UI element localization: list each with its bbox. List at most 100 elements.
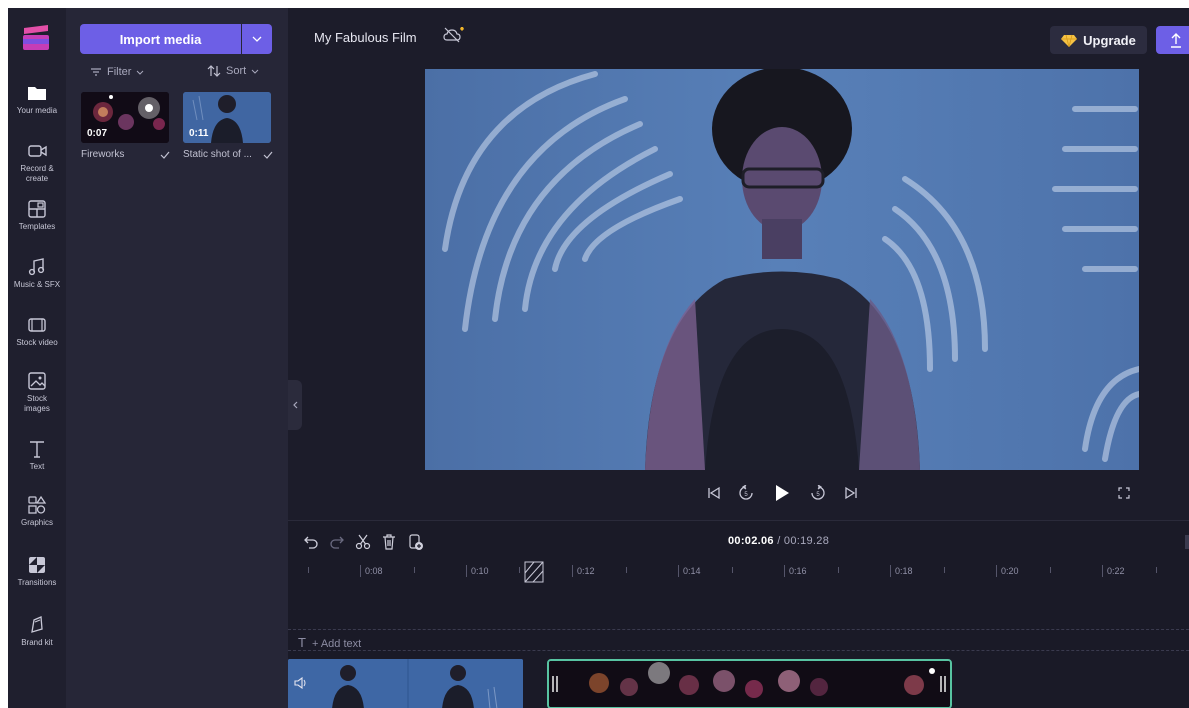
nav-record-create[interactable]: Record & create [8,140,66,184]
templates-icon [28,200,46,218]
fullscreen-button[interactable] [1113,482,1135,504]
nav-graphics[interactable]: Graphics [8,494,66,528]
svg-text:5: 5 [816,492,820,498]
trim-handle-left[interactable] [552,675,558,693]
project-title[interactable]: My Fabulous Film [314,30,417,45]
ruler-tick: 0:12 [572,565,595,577]
upgrade-label: Upgrade [1083,32,1136,48]
sort-label: Sort [226,65,247,77]
duplicate-icon[interactable] [406,533,424,551]
sort-button[interactable]: Sort [207,65,259,77]
ruler-tick: 0:14 [678,565,701,577]
film-icon [28,318,46,332]
media-thumbnail-fireworks[interactable]: 0:07 [81,92,169,143]
redo-icon[interactable] [328,533,346,551]
skip-to-start-button[interactable] [703,482,725,504]
music-icon [28,258,45,276]
import-dropdown-button[interactable] [242,24,272,54]
add-text-button[interactable]: T + Add text [298,635,361,650]
nav-your-media[interactable]: Your media [8,82,66,116]
collapse-panel-button[interactable] [288,380,302,430]
nav-transitions[interactable]: Transitions [8,554,66,588]
import-media-button[interactable]: Import media [80,24,241,54]
export-button[interactable] [1156,26,1189,54]
chevron-down-icon [137,70,144,75]
nav-label: Stock images [24,394,50,413]
add-text-label: + Add text [311,638,362,650]
rewind-5-icon: 5 [739,485,753,500]
timeline: 00:02.06 / 00:19.28 0:08 0:10 0:12 0:14 … [288,520,1189,708]
clipchamp-window: Your media Record & create Templates Mus… [8,8,1189,708]
text-track[interactable]: T + Add text [288,629,1189,651]
ruler-tick: 0:16 [784,565,807,577]
text-icon: T [298,635,306,650]
playhead-handle[interactable] [524,561,544,583]
video-clip-fireworks[interactable] [547,659,952,708]
ruler-minor-tick [308,567,309,573]
ruler-minor-tick [626,567,627,573]
media-panel: Import media Filter Sort 0:07 Fireworks … [66,8,288,708]
timecode: 00:02.06 / 00:19.28 [728,535,829,547]
ruler-tick: 0:22 [1102,565,1125,577]
forward-5-icon: 5 [811,485,825,500]
folder-icon [28,87,46,100]
media-name: Fireworks [81,149,125,160]
current-time: 00:02.06 [728,535,774,547]
ruler-minor-tick [519,567,520,573]
video-preview[interactable] [425,69,1139,470]
chevron-down-icon [251,69,259,74]
upgrade-button[interactable]: Upgrade [1050,26,1147,54]
nav-label: Stock video [16,338,58,347]
ruler-minor-tick [944,567,945,573]
chevron-left-icon [293,401,298,409]
clip-filmstrip [288,659,523,708]
nav-stock-video[interactable]: Stock video [8,314,66,348]
media-thumbnail-static-shot[interactable]: 0:11 [183,92,271,143]
nav-brand-kit[interactable]: Brand kit [8,614,66,648]
nav-stock-images[interactable]: Stock images [8,370,66,414]
rewind-5s-button[interactable]: 5 [735,482,757,504]
text-icon [30,441,44,458]
cloud-sync-off-icon[interactable] [443,26,465,44]
filter-icon [91,68,101,76]
speaker-icon[interactable] [294,677,308,689]
ruler-minor-tick [1050,567,1051,573]
nav-text[interactable]: Text [8,438,66,472]
video-clip-static-shot[interactable] [288,659,523,708]
nav-label: Your media [16,106,58,115]
diamond-icon [1061,34,1078,47]
nav-music-sfx[interactable]: Music & SFX [8,256,66,290]
duration-label: 0:11 [189,128,209,139]
filter-button[interactable]: Filter [90,66,144,78]
ruler-minor-tick [732,567,733,573]
shapes-icon [28,495,47,514]
ruler-tick: 0:10 [466,565,489,577]
trim-handle-right[interactable] [940,675,946,693]
fullscreen-icon [1118,487,1130,499]
ruler-tick: 0:08 [360,565,383,577]
nav-label: Record & create [20,164,54,183]
nav-label: Brand kit [21,638,53,647]
skip-back-icon [708,486,720,500]
sort-icon [207,65,221,77]
skip-to-end-button[interactable] [840,482,862,504]
media-name: Static shot of ... [183,149,252,160]
nav-label: Transitions [17,578,57,587]
left-nav-rail: Your media Record & create Templates Mus… [8,8,66,708]
forward-5s-button[interactable]: 5 [807,482,829,504]
play-button[interactable] [771,482,793,504]
trash-icon[interactable] [380,533,398,551]
nav-label: Templates [18,222,56,231]
ruler-minor-tick [838,567,839,573]
upload-icon [1171,33,1181,48]
skip-forward-icon [845,486,857,500]
ruler-minor-tick [1156,567,1157,573]
brand-kit-icon [31,616,43,633]
svg-text:5: 5 [744,492,748,498]
camera-icon [28,145,47,157]
nav-templates[interactable]: Templates [8,198,66,232]
scissors-icon[interactable] [354,533,372,551]
undo-icon[interactable] [302,533,320,551]
nav-label: Graphics [20,518,53,527]
image-icon [28,372,46,390]
